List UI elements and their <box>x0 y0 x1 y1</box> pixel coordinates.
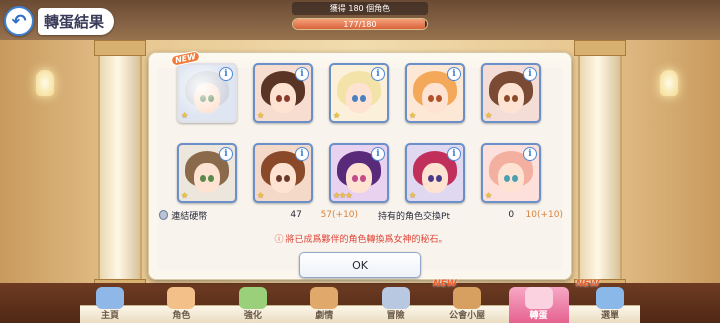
left-lamp <box>36 70 54 96</box>
rarity-stars-icon: ★ <box>409 111 416 120</box>
nav-item[interactable]: 主頁 <box>80 287 140 323</box>
nav-icon <box>453 287 482 309</box>
obtained-text: 獲得 180 個角色 <box>292 2 428 15</box>
character-card[interactable]: i ★ <box>405 63 465 123</box>
left-pillar <box>94 40 146 295</box>
nav-item[interactable]: 強化 <box>223 287 283 323</box>
card-slot: i ★ <box>405 63 465 123</box>
obtained-bar: 177/180 <box>292 18 428 30</box>
nav-label: 劇情 <box>315 311 334 321</box>
rarity-stars-icon: ★ <box>257 111 264 120</box>
info-icon[interactable]: i <box>295 147 309 161</box>
nav-icon <box>96 287 124 309</box>
info-icon[interactable]: i <box>523 67 537 81</box>
nav-icon <box>167 287 196 309</box>
info-icon[interactable]: i <box>295 67 309 81</box>
obtained-progress: 獲得 180 個角色 177/180 <box>292 2 428 35</box>
coin-after: 57(+10) <box>320 210 359 220</box>
header: ↶ 轉蛋結果 <box>0 4 128 38</box>
nav-icon <box>238 287 267 309</box>
rarity-stars-icon: ★ <box>333 111 340 120</box>
nav-label: 角色 <box>172 311 191 321</box>
card-slot: i ★ <box>405 143 465 203</box>
gacha-result-panel: NEW i ★ i ★ i ★ i ★ i ★ i ★ i ★ i ★★★ i ★ i ★ 連結硬幣 47 57(+10… <box>148 50 572 280</box>
rarity-stars-icon: ★ <box>257 191 264 200</box>
nav-label: 冒險 <box>386 311 405 321</box>
nav-label: 主頁 <box>100 311 119 321</box>
card-slot: i ★★★ <box>329 143 389 203</box>
nav-item[interactable]: 劇情 <box>294 287 354 323</box>
rarity-stars-icon: ★ <box>181 111 188 120</box>
nav-label: 公會小屋 <box>449 311 486 321</box>
coin-icon <box>159 210 169 220</box>
nav-label: 選單 <box>600 311 619 321</box>
nav-item[interactable]: NEW 選單 <box>576 279 640 323</box>
nav-label: 強化 <box>243 311 262 321</box>
character-card[interactable]: i ★ <box>481 63 541 123</box>
info-icon[interactable]: i <box>371 147 385 161</box>
info-icon[interactable]: i <box>523 147 537 161</box>
card-grid: NEW i ★ i ★ i ★ i ★ i ★ i ★ i ★ i ★★★ i ★ i ★ <box>170 50 549 203</box>
nav-item[interactable]: NEW 公會小屋 <box>433 279 497 323</box>
nav-new-badge: NEW <box>433 279 457 289</box>
coin-label: 連結硬幣 <box>171 211 208 222</box>
character-card[interactable]: i ★ <box>177 143 237 203</box>
right-lamp <box>660 70 678 96</box>
rarity-stars-icon: ★★★ <box>333 191 352 200</box>
bottom-nav: 主頁 角色 強化 劇情 冒險 NEW 公會小屋 轉蛋 NEW 選單 <box>80 279 640 323</box>
nav-item[interactable]: 轉蛋 <box>508 287 569 323</box>
character-card[interactable]: i ★ <box>481 143 541 203</box>
info-icon[interactable]: i <box>219 147 233 161</box>
card-slot: i ★ <box>253 143 313 203</box>
note-text: 將已成爲夥伴的角色轉換爲女神的秘石。 <box>285 235 448 245</box>
info-icon[interactable]: i <box>371 67 385 81</box>
card-slot: i ★ <box>253 63 313 123</box>
nav-icon <box>595 287 624 309</box>
nav-icon <box>524 287 553 309</box>
rarity-stars-icon: ★ <box>409 191 416 200</box>
character-card[interactable]: i ★ <box>329 63 389 123</box>
pt-value: 0 <box>508 210 515 220</box>
character-card[interactable]: i ★ <box>177 63 237 123</box>
nav-item[interactable]: 冒險 <box>366 287 426 323</box>
info-circle-icon: ⓘ <box>274 235 284 245</box>
card-slot: i ★ <box>329 63 389 123</box>
rarity-stars-icon: ★ <box>485 111 492 120</box>
ok-button[interactable]: OK <box>299 252 421 278</box>
nav-label: 轉蛋 <box>529 311 548 321</box>
info-icon[interactable]: i <box>219 67 233 81</box>
character-card[interactable]: i ★ <box>253 143 313 203</box>
nav-icon <box>381 287 410 309</box>
conversion-note: ⓘ 將已成爲夥伴的角色轉換爲女神的秘石。 <box>235 232 487 245</box>
right-pillar <box>574 40 626 295</box>
rarity-stars-icon: ★ <box>485 191 492 200</box>
back-arrow-icon[interactable]: ↶ <box>4 6 34 36</box>
card-slot: NEW i ★ <box>170 50 237 123</box>
stat-row: 連結硬幣 47 57(+10) 持有的角色交換Pt 0 10(+10) <box>159 207 563 223</box>
nav-new-badge: NEW <box>575 279 600 289</box>
character-card[interactable]: i ★★★ <box>329 143 389 203</box>
card-slot: i ★ <box>481 63 541 123</box>
character-card[interactable]: i ★ <box>405 143 465 203</box>
nav-icon <box>310 287 339 309</box>
pt-label: 持有的角色交換Pt <box>378 211 451 222</box>
nav-item[interactable]: 角色 <box>151 287 211 323</box>
card-slot: i ★ <box>177 143 237 203</box>
info-icon[interactable]: i <box>447 67 461 81</box>
coin-value: 47 <box>290 210 302 220</box>
info-icon[interactable]: i <box>447 147 461 161</box>
character-card[interactable]: i ★ <box>253 63 313 123</box>
card-slot: i ★ <box>481 143 541 203</box>
screen-title: 轉蛋結果 <box>38 7 115 35</box>
pt-after: 10(+10) <box>525 210 564 220</box>
rarity-stars-icon: ★ <box>181 191 188 200</box>
obtained-count: 177/180 <box>343 20 377 29</box>
